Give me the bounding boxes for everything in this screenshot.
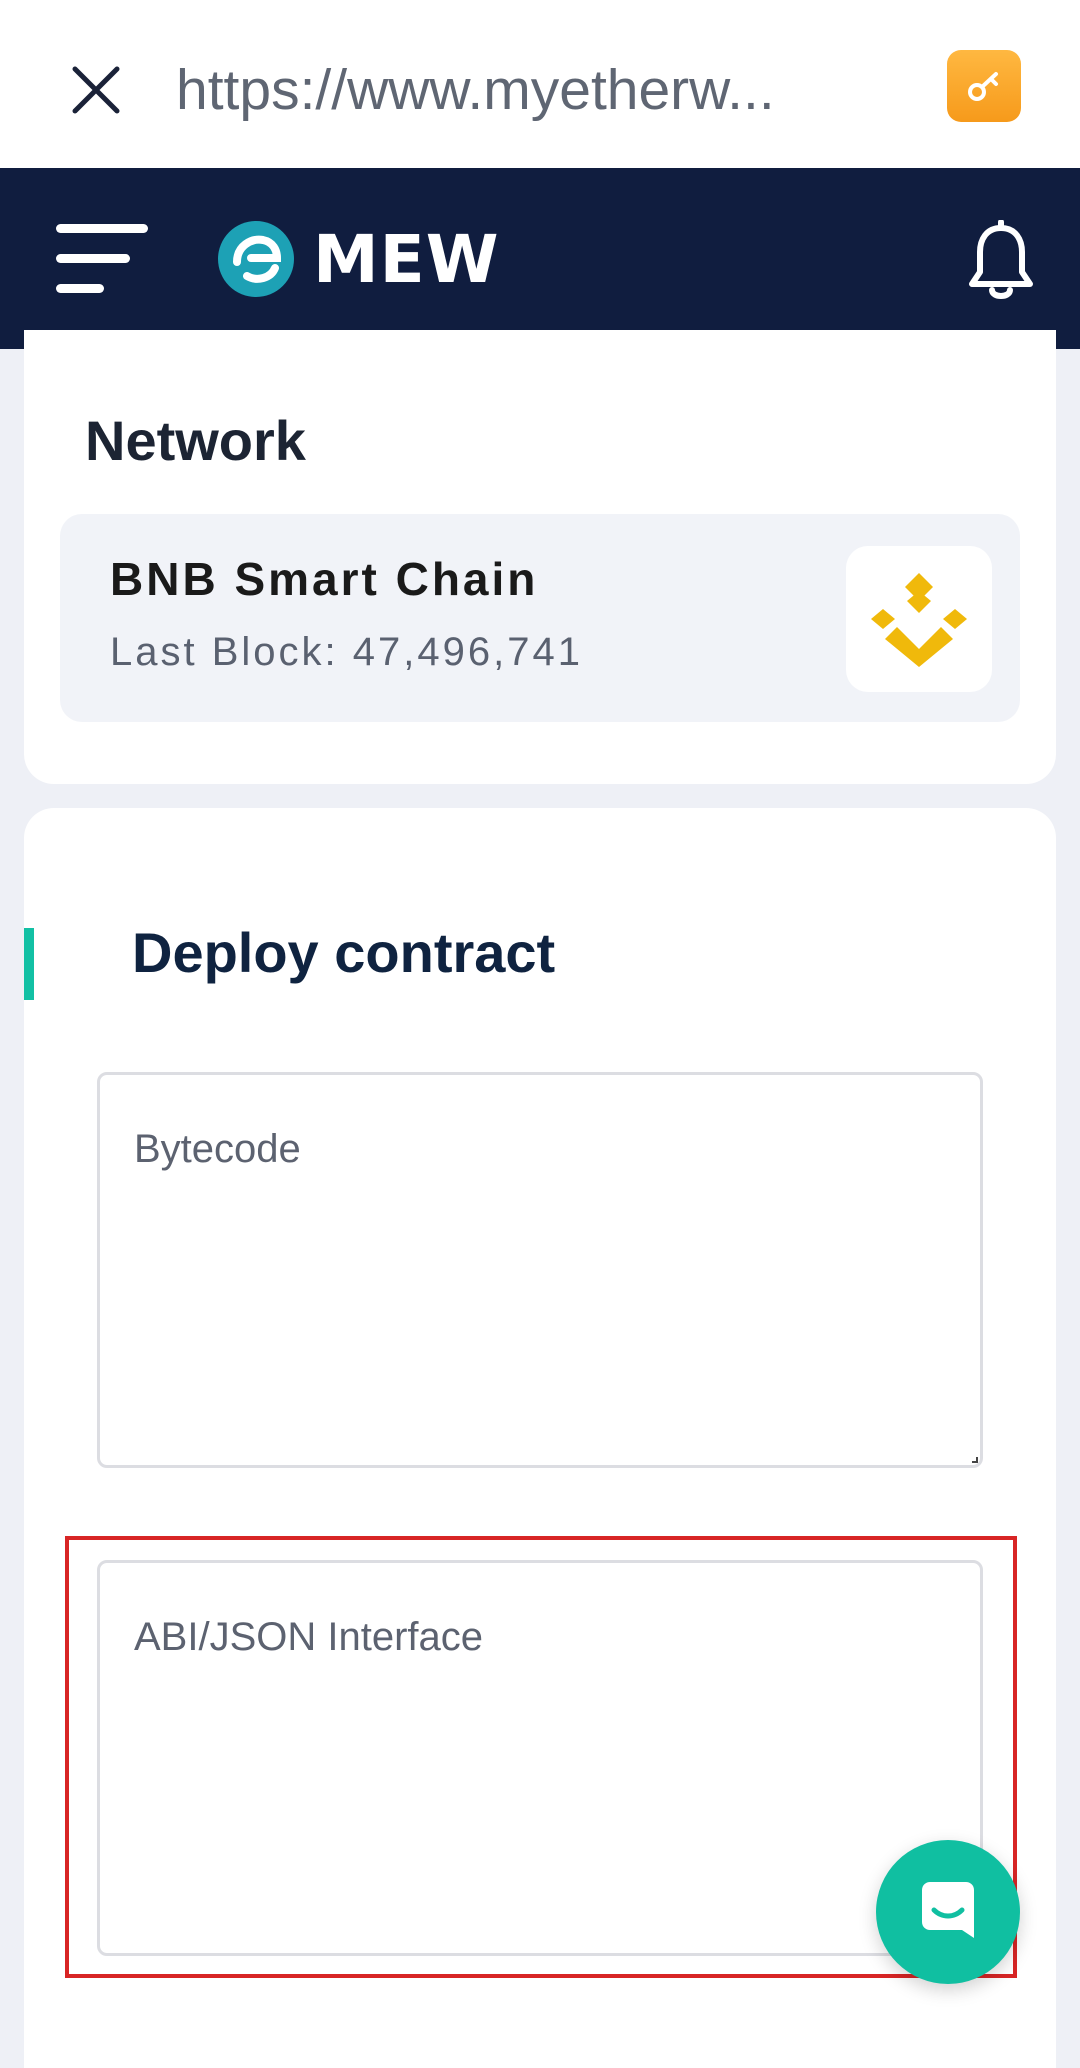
section-accent-bar [24, 928, 34, 1000]
key-icon [968, 72, 998, 101]
app-header: MEW [0, 168, 1080, 349]
hamburger-menu-button[interactable] [56, 224, 148, 294]
logo-text: MEW [313, 220, 500, 298]
notifications-button[interactable] [966, 219, 1036, 304]
key-button[interactable] [947, 50, 1021, 122]
network-card: Network BNB Smart Chain Last Block: 47,4… [24, 330, 1056, 784]
bnb-logo-tile [846, 546, 992, 692]
browser-address-bar: https://www.myetherw... [0, 0, 1080, 168]
network-title: Network [85, 409, 306, 472]
bytecode-textarea[interactable]: Bytecode [97, 1072, 983, 1468]
close-icon [72, 66, 120, 114]
bnb-logo-icon [871, 573, 967, 667]
bell-icon [969, 219, 1033, 299]
bytecode-placeholder: Bytecode [134, 1127, 301, 1171]
mew-logo-icon [218, 221, 294, 297]
mew-logo[interactable]: MEW [217, 220, 500, 298]
url-text[interactable]: https://www.myetherw... [176, 50, 856, 130]
network-selector[interactable]: BNB Smart Chain Last Block: 47,496,741 [60, 514, 1020, 722]
close-button[interactable] [56, 50, 136, 130]
deploy-contract-title: Deploy contract [132, 921, 556, 984]
last-block: Last Block: 47,496,741 [110, 630, 583, 674]
highlight-box [65, 1536, 1017, 1978]
chat-button[interactable] [876, 1840, 1020, 1984]
resize-handle[interactable] [972, 1457, 978, 1463]
chat-icon [922, 1882, 974, 1938]
network-name: BNB Smart Chain [110, 553, 539, 605]
